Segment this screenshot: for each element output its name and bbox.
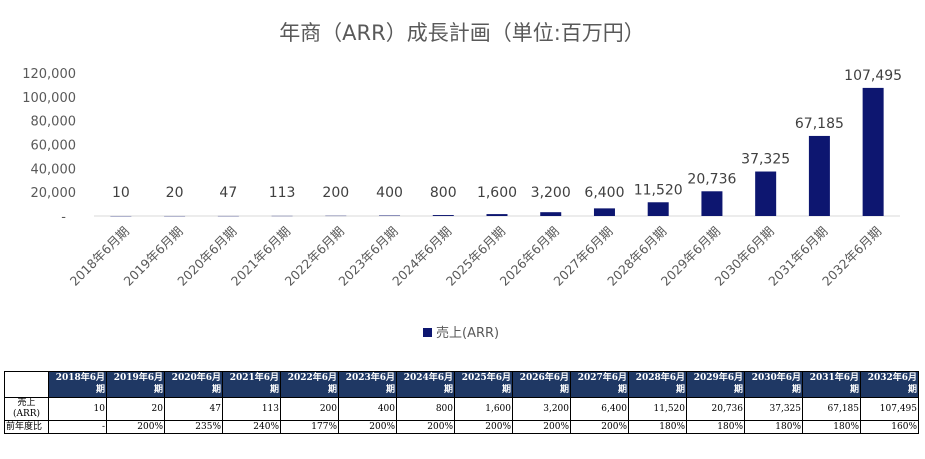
table-header-cell: 2032年6月期 [860, 371, 919, 398]
data-label: 113 [269, 185, 296, 201]
y-tick-label: 100,000 [22, 91, 76, 106]
arr-bar-chart: 年商（ARR）成長計画（単位:百万円） - 20,000 40,000 60,000 8… [22, 21, 902, 341]
table-cell: 6,400 [570, 397, 629, 421]
table-row: 前年度比 -200% 235% 240% 177% 200% 200% 200% 200% 200… [4, 420, 919, 434]
table-cell: 800 [396, 397, 455, 421]
table-cell: 177% [280, 420, 339, 434]
table-cell: 180% [628, 420, 687, 434]
data-label: 20 [166, 185, 184, 201]
table-header-cell: 2028年6月期 [628, 371, 687, 398]
legend-label: 売上(ARR) [436, 325, 499, 341]
table-cell: 400 [338, 397, 397, 421]
data-label: 37,325 [741, 152, 790, 168]
table-cell: 37,325 [744, 397, 803, 421]
table-cell: 67,185 [802, 397, 861, 421]
table-cell: - [48, 420, 107, 434]
y-tick-label: 80,000 [31, 115, 77, 130]
data-label: 6,400 [584, 185, 624, 201]
table-row-label: 売上 (ARR) [4, 397, 49, 421]
table-header-cell: 2023年6月期 [338, 371, 397, 398]
table-cell: 200% [512, 420, 571, 434]
legend-swatch [423, 328, 432, 337]
bar [862, 87, 884, 216]
table-row: 売上 (ARR) 10 20 47 113 200 400 800 1,600 3,200 6,400… [4, 397, 919, 421]
table-cell: 180% [686, 420, 745, 434]
chart-title: 年商（ARR）成長計画（単位:百万円） [279, 21, 645, 45]
bar [755, 171, 777, 216]
table-cell: 200% [106, 420, 165, 434]
table-header-cell: 2030年6月期 [744, 371, 803, 398]
data-label: 47 [219, 185, 237, 201]
table-cell: 200% [570, 420, 629, 434]
table-header-cell: 2024年6月期 [396, 371, 455, 398]
table-header-cell: 2029年6月期 [686, 371, 745, 398]
table-cell: 107,495 [860, 397, 919, 421]
table-cell: 113 [222, 397, 281, 421]
table-cell: 180% [744, 420, 803, 434]
table-cell: 20,736 [686, 397, 745, 421]
y-tick-label: 40,000 [31, 162, 77, 177]
data-label: 1,600 [477, 185, 517, 201]
table-cell: 1,600 [454, 397, 513, 421]
data-label: 400 [376, 185, 403, 201]
table-header-cell: 2021年6月期 [222, 371, 281, 398]
table-header-cell: 2018年6月期 [48, 371, 107, 398]
y-tick-label: - [61, 210, 66, 225]
bar [647, 202, 669, 216]
table-header-cell: 2019年6月期 [106, 371, 165, 398]
table-cell: 235% [164, 420, 223, 434]
y-tick-label: 60,000 [31, 139, 77, 154]
table-cell: 240% [222, 420, 281, 434]
bar [540, 212, 562, 216]
bar [808, 135, 830, 216]
table-cell: 180% [802, 420, 861, 434]
y-tick-label: 20,000 [31, 186, 77, 201]
y-tick-label: 120,000 [22, 67, 76, 82]
data-label: 107,495 [844, 68, 902, 84]
data-label: 20,736 [687, 171, 736, 187]
table-header-cell: 2027年6月期 [570, 371, 629, 398]
data-label: 200 [322, 185, 349, 201]
bar [701, 191, 723, 216]
table-cell: 200% [454, 420, 513, 434]
data-table: 2018年6月期 2019年6月期 2020年6月期 2021年6月期 2022年6月期… [4, 371, 919, 434]
table-cell: 200% [396, 420, 455, 434]
table-header-row: 2018年6月期 2019年6月期 2020年6月期 2021年6月期 2022年6月期… [4, 371, 919, 398]
y-axis: - 20,000 40,000 60,000 80,000 100,000 120,000 [22, 67, 76, 225]
table-cell: 20 [106, 397, 165, 421]
table-header-cell: 2020年6月期 [164, 371, 223, 398]
data-label: 67,185 [795, 116, 844, 132]
bar [593, 208, 615, 216]
table-cell: 200% [338, 420, 397, 434]
table-cell: 10 [48, 397, 107, 421]
table-cell: 160% [860, 420, 919, 434]
data-label: 11,520 [634, 182, 683, 198]
data-label: 800 [430, 185, 457, 201]
table-row-label: 前年度比 [4, 420, 49, 434]
table-cell: 47 [164, 397, 223, 421]
table-header-cell: 2026年6月期 [512, 371, 571, 398]
table-header-cell: 2022年6月期 [280, 371, 339, 398]
x-axis-labels: 2018年6月期2019年6月期2020年6月期2021年6月期2022年6月期… [67, 224, 885, 289]
table-corner [4, 371, 49, 398]
data-label: 10 [112, 185, 130, 201]
table-header-cell: 2031年6月期 [802, 371, 861, 398]
table-cell: 3,200 [512, 397, 571, 421]
legend: 売上(ARR) [423, 325, 499, 341]
bar [486, 214, 508, 216]
data-label: 3,200 [531, 185, 571, 201]
table-body: 売上 (ARR) 10 20 47 113 200 400 800 1,600 3,200 6,400… [4, 397, 919, 434]
data-labels: 10 20 47 113 200 400 800 1,600 3,200 6,400 11,5202… [112, 68, 902, 201]
bar [432, 215, 454, 216]
table-cell: 11,520 [628, 397, 687, 421]
table-cell: 200 [280, 397, 339, 421]
table-header-cell: 2025年6月期 [454, 371, 513, 398]
